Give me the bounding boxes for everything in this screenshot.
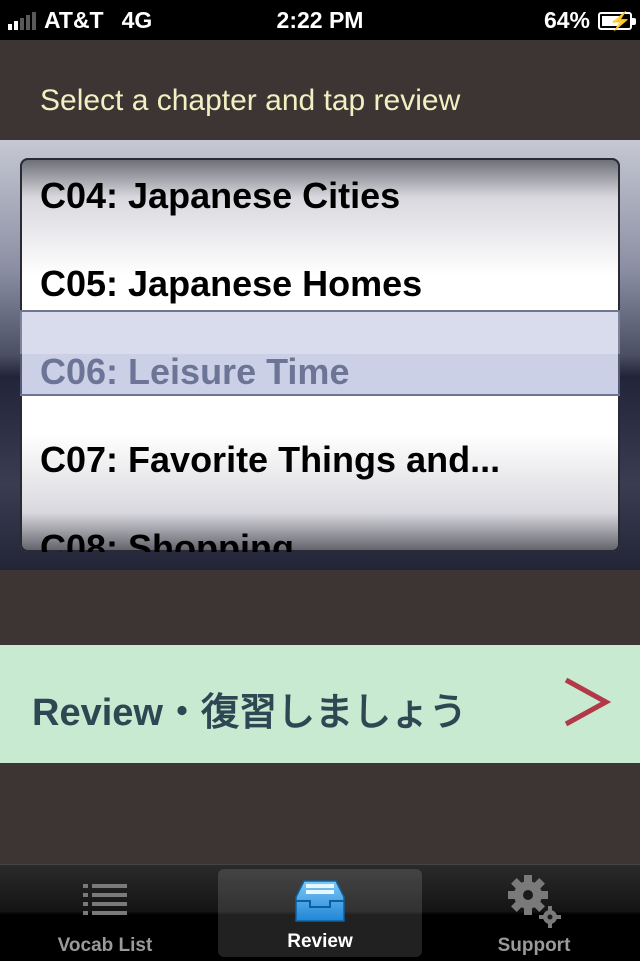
- gear-icon: [508, 875, 561, 928]
- tab-bar: Vocab List Review Support: [0, 864, 640, 961]
- picker-item[interactable]: C05: Japanese Homes: [40, 254, 600, 314]
- tab-label: Vocab List: [57, 935, 153, 956]
- chevron-right-icon: [564, 677, 612, 727]
- review-button-label: Review・復習しましょう: [32, 692, 467, 734]
- inbox-tray-icon: [295, 880, 345, 922]
- picker-item[interactable]: C07: Favorite Things and...: [40, 430, 600, 490]
- tab-label: Review: [287, 931, 353, 952]
- tab-label: Support: [497, 935, 571, 956]
- header: Select a chapter and tap review: [0, 40, 640, 140]
- battery-percent: 64%: [543, 7, 590, 33]
- tab-vocab-list[interactable]: Vocab List: [0, 865, 210, 961]
- chapter-picker-frame: C04: Japanese Cities C05: Japanese Homes…: [0, 140, 640, 570]
- status-right: 64% ⚡: [543, 7, 636, 34]
- battery-icon: ⚡: [598, 10, 636, 31]
- instruction-text: Select a chapter and tap review: [40, 84, 461, 117]
- list-icon: [83, 884, 127, 915]
- review-button[interactable]: Review・復習しましょう: [0, 645, 640, 763]
- tab-support[interactable]: Support: [428, 865, 640, 961]
- status-bar: AT&T 4G 2:22 PM 64% ⚡: [0, 0, 640, 40]
- picker-item[interactable]: C04: Japanese Cities: [40, 166, 600, 226]
- tab-review[interactable]: Review: [218, 869, 422, 957]
- picker-selection-indicator: [20, 310, 620, 396]
- picker-item[interactable]: C08: Shopping: [40, 518, 600, 552]
- charging-bolt-icon: ⚡: [609, 10, 632, 31]
